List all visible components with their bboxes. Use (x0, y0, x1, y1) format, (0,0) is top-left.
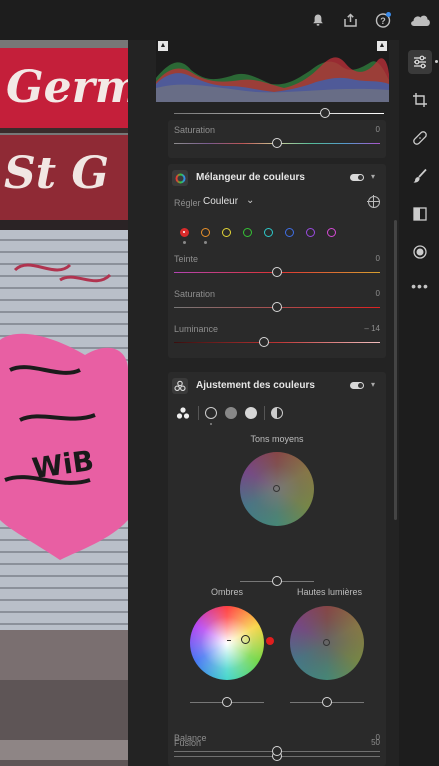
highlight-clipping-toggle[interactable]: ▲ (377, 41, 387, 51)
healing-bandage-icon[interactable] (408, 126, 432, 150)
color-mixer-title: Mélangeur de couleurs (196, 172, 305, 183)
cloud-icon[interactable] (408, 10, 432, 30)
global-view-icon[interactable] (271, 407, 283, 419)
active-tool-indicator (435, 60, 438, 63)
color-grading-icon (172, 378, 188, 394)
adjust-dropdown-chevron-icon[interactable]: ⌄ (246, 195, 254, 206)
share-icon[interactable] (340, 10, 360, 30)
hue-label: Teinte (174, 254, 199, 264)
balance-row: Balance 0 (168, 728, 386, 766)
color-mixer-section: Mélangeur de couleurs ▾ Régler Couleur ⌄… (168, 164, 386, 358)
help-icon[interactable]: ? (373, 10, 393, 30)
mixer-saturation-thumb[interactable] (272, 302, 282, 312)
midtones-luminance-slider[interactable] (240, 576, 314, 586)
basic-saturation-label: Saturation (174, 125, 216, 135)
highlights-view-icon[interactable] (245, 407, 257, 419)
adjust-dropdown[interactable]: Couleur (203, 196, 238, 207)
mixer-saturation-value[interactable]: 0 (376, 289, 380, 298)
swatch-purple[interactable] (306, 228, 315, 237)
hue-value[interactable]: 0 (376, 254, 380, 263)
partial-slider-thumb[interactable] (320, 108, 330, 118)
swatch-red[interactable] (180, 228, 189, 237)
swatch-edited-dot (183, 241, 186, 244)
mode-divider (198, 406, 199, 420)
shadows-edited-dot (210, 423, 212, 425)
luminance-label: Luminance (174, 324, 219, 334)
hue-thumb[interactable] (272, 267, 282, 277)
photo-preview[interactable]: Germ St G WiB (0, 40, 128, 766)
tool-column: ••• (400, 40, 439, 766)
targeted-adjustment-icon[interactable] (367, 195, 380, 208)
swatch-magenta[interactable] (327, 228, 336, 237)
color-grading-section: Ajustement des couleurs ▾ Tons moyens Om… (168, 372, 386, 766)
shadow-clipping-toggle[interactable]: ▲ (158, 41, 168, 51)
highlights-color-wheel[interactable] (290, 606, 364, 680)
swatch-aqua[interactable] (264, 228, 273, 237)
midtones-view-icon[interactable] (225, 407, 237, 419)
shadows-label: Ombres (211, 587, 244, 597)
swatch-green[interactable] (243, 228, 252, 237)
shadows-color-wheel[interactable] (190, 606, 264, 680)
swatch-edited-dot (204, 241, 207, 244)
histogram: ▲ ▲ (156, 40, 389, 102)
notifications-bell-icon[interactable] (308, 10, 328, 30)
balance-value[interactable]: 0 (376, 733, 380, 742)
basic-section: Saturation 0 (168, 120, 386, 158)
mode-divider (264, 406, 265, 420)
shadows-luminance-slider[interactable] (190, 697, 264, 707)
sign-text-top: Germ (6, 62, 128, 113)
luminance-value[interactable]: – 14 (364, 324, 380, 333)
more-options-icon[interactable]: ••• (408, 274, 432, 298)
top-bar: ? (0, 0, 439, 40)
shadows-view-icon[interactable] (205, 407, 217, 419)
color-grading-toggle[interactable] (350, 382, 364, 389)
swatch-orange[interactable] (201, 228, 210, 237)
color-grading-collapse-icon[interactable]: ▾ (371, 380, 375, 389)
color-mixer-icon (172, 170, 188, 186)
basic-saturation-thumb[interactable] (272, 138, 282, 148)
color-mixer-collapse-icon[interactable]: ▾ (371, 172, 375, 181)
luminance-thumb[interactable] (259, 337, 269, 347)
color-mixer-toggle[interactable] (350, 174, 364, 181)
crop-icon[interactable] (408, 88, 432, 112)
partial-slider[interactable] (174, 108, 384, 118)
sign-text-bottom: St G (4, 148, 109, 199)
shadows-color-dot[interactable] (266, 637, 274, 645)
radial-gradient-icon[interactable] (408, 240, 432, 264)
balance-label: Balance (174, 733, 207, 743)
three-way-view-icon[interactable] (176, 406, 190, 420)
luminance-track (174, 342, 380, 343)
partial-slider-track (174, 113, 384, 114)
linear-gradient-icon[interactable] (408, 202, 432, 226)
panel-scrollbar[interactable] (394, 220, 397, 520)
midtones-label: Tons moyens (250, 434, 304, 444)
color-grading-title: Ajustement des couleurs (196, 380, 315, 391)
edit-adjust-icon[interactable] (408, 50, 432, 74)
swatch-blue[interactable] (285, 228, 294, 237)
highlights-luminance-slider[interactable] (290, 697, 364, 707)
highlights-label: Hautes lumières (297, 587, 363, 597)
mixer-saturation-label: Saturation (174, 289, 216, 299)
adjust-label: Régler (174, 198, 201, 208)
svg-text:?: ? (380, 16, 386, 26)
edit-panel[interactable]: ▲ ▲ Saturation 0 Mélangeur de couleurs ▾… (128, 40, 399, 766)
swatch-yellow[interactable] (222, 228, 231, 237)
brush-icon[interactable] (408, 164, 432, 188)
basic-saturation-value[interactable]: 0 (376, 125, 380, 134)
balance-thumb[interactable] (272, 746, 282, 756)
midtones-color-wheel[interactable] (240, 452, 314, 526)
